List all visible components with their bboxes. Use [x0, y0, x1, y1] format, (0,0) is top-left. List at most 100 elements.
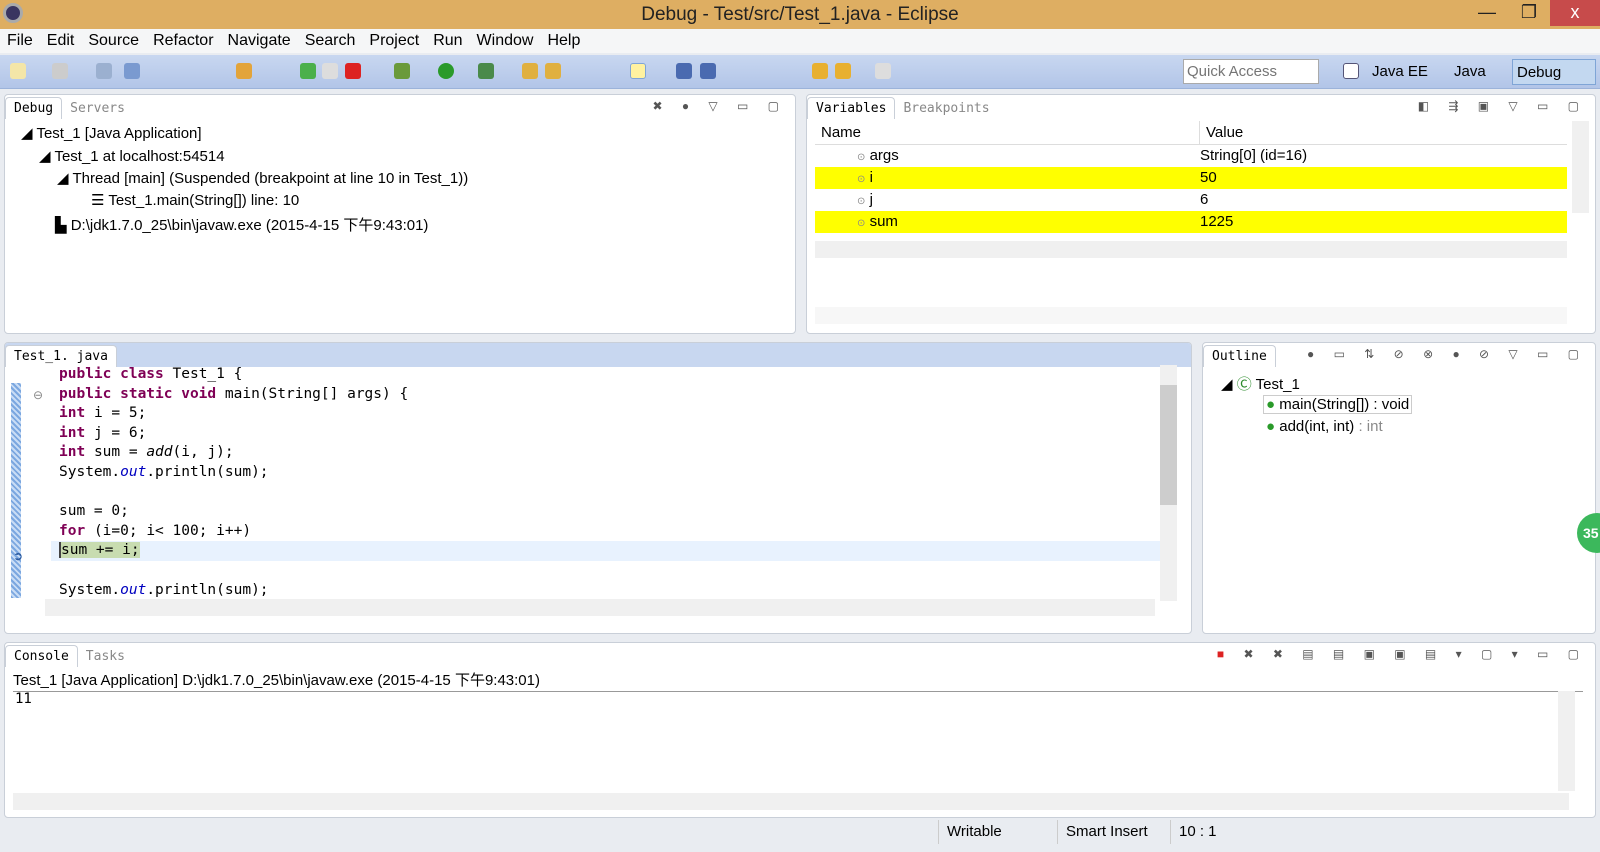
perspective-debug[interactable]: Debug [1512, 59, 1596, 85]
console-output[interactable]: 11 [15, 691, 32, 707]
variables-h-scrollbar[interactable] [815, 241, 1567, 258]
field-icon: ⊙ [857, 152, 866, 163]
console-v-scrollbar[interactable] [1558, 691, 1575, 791]
variable-row[interactable]: ⊙ sum 1225 [815, 211, 1567, 233]
menu-project[interactable]: Project [369, 29, 419, 53]
variable-name-text: args [869, 147, 899, 164]
menu-help[interactable]: Help [547, 29, 580, 53]
mark-occurrences-icon[interactable] [630, 63, 646, 79]
tree-item-launch[interactable]: ◢ Test_1 [Java Application] [21, 124, 202, 142]
code-line: sum += i; [51, 541, 1161, 561]
block-selection-icon[interactable] [676, 63, 692, 79]
variable-row[interactable]: ⊙ i 50 [815, 167, 1567, 189]
variable-value: 6 [1200, 191, 1209, 208]
code-token: sum += i; [59, 542, 140, 559]
outline-method-add[interactable]: ● add(int, int) : int [1266, 418, 1383, 435]
code-line: int i = 5; [51, 404, 1161, 424]
public-method-icon: ● [1266, 396, 1276, 413]
tab-variables[interactable]: Variables [807, 97, 896, 119]
debug-view: Debug Servers ✖ ● ▽ ▭ ▢ ◢ Test_1 [Java A… [4, 94, 796, 334]
detail-h-scrollbar[interactable] [815, 307, 1567, 324]
tree-item-stack-frame[interactable]: ☰ Test_1.main(String[]) line: 10 [91, 191, 299, 209]
previous-edit-icon[interactable] [835, 63, 851, 79]
tree-item-process[interactable]: ▙ D:\jdk1.7.0_25\bin\javaw.exe (2015-4-1… [55, 214, 428, 235]
editor-h-scrollbar[interactable] [45, 599, 1155, 616]
menu-run[interactable]: Run [433, 29, 462, 53]
code-token: public class [59, 366, 164, 382]
code-line: sum = 0; [51, 502, 1161, 522]
field-icon: ⊙ [857, 196, 866, 207]
tree-item-vm[interactable]: ◢ Test_1 at localhost:54514 [39, 147, 225, 165]
code-line: System.out.println(sum); [51, 581, 1161, 601]
new-icon[interactable] [10, 63, 26, 79]
tab-outline[interactable]: Outline [1203, 345, 1276, 367]
menu-edit[interactable]: Edit [47, 29, 75, 53]
floating-badge[interactable]: 35 [1577, 513, 1600, 553]
code-token: int [59, 405, 86, 422]
tab-tasks[interactable]: Tasks [78, 646, 133, 667]
variable-value: 50 [1200, 169, 1217, 186]
step-over-icon[interactable] [236, 63, 252, 79]
column-name[interactable]: Name [815, 121, 1200, 144]
external-tools-icon[interactable] [478, 63, 494, 79]
open-type-icon[interactable] [522, 63, 538, 79]
console-toolbar-icons[interactable]: ■ ✖ ✖ ▤ ▤ ▣ ▣ ▤ ▾ ▢ ▾ ▭ ▢ [1217, 647, 1587, 661]
menu-file[interactable]: File [7, 29, 33, 53]
outline-toolbar-icons[interactable]: ● ▭ ⇅ ⊘ ⊗ ● ⊘ ▽ ▭ ▢ [1307, 347, 1587, 361]
console-h-scrollbar[interactable] [13, 793, 1569, 810]
console-view: Console Tasks ■ ✖ ✖ ▤ ▤ ▣ ▣ ▤ ▾ ▢ ▾ ▭ ▢ … [4, 642, 1596, 818]
variable-value: String[0] (id=16) [1200, 147, 1308, 164]
variable-row[interactable]: ⊙ j6 [815, 189, 1567, 211]
variable-name-text: sum [869, 213, 898, 230]
menu-navigate[interactable]: Navigate [228, 29, 291, 53]
minimize-button[interactable]: — [1466, 0, 1508, 26]
skip-breakpoints-icon[interactable] [124, 63, 140, 79]
variable-name-text: i [869, 169, 873, 186]
variable-row[interactable]: ⊙ args String[0] (id=16) [815, 145, 1567, 167]
terminate-icon[interactable] [345, 63, 361, 79]
show-whitespace-icon[interactable] [700, 63, 716, 79]
tab-debug[interactable]: Debug [5, 97, 63, 119]
quick-access-input[interactable] [1183, 59, 1319, 84]
forward-icon[interactable] [875, 63, 891, 79]
open-folder-icon[interactable] [545, 63, 561, 79]
collapse-icon[interactable]: ⊖ [33, 388, 43, 402]
back-icon[interactable] [812, 63, 828, 79]
tab-console[interactable]: Console [5, 645, 78, 667]
close-button[interactable]: x [1550, 0, 1600, 26]
variables-scrollbar[interactable] [1572, 121, 1589, 213]
view-menu-icons[interactable]: ✖ ● ▽ ▭ ▢ [652, 99, 787, 113]
tab-breakpoints[interactable]: Breakpoints [895, 98, 997, 119]
code-editor[interactable]: public class Test_1 {public static void … [51, 365, 1161, 600]
tree-label: Test_1 at localhost:54514 [54, 148, 225, 165]
editor-v-scrollbar[interactable] [1160, 365, 1177, 601]
menu-window[interactable]: Window [477, 29, 534, 53]
open-perspective-icon[interactable] [1343, 63, 1359, 79]
variable-name: ⊙ i [815, 167, 1200, 189]
maximize-button[interactable]: ❐ [1508, 0, 1550, 26]
suspend-icon[interactable] [322, 63, 338, 79]
perspective-java[interactable]: Java [1450, 59, 1490, 85]
resume-icon[interactable] [300, 63, 316, 79]
menu-source[interactable]: Source [88, 29, 139, 53]
tree-label: main(String[]) : void [1279, 396, 1410, 413]
overview-ruler [11, 383, 21, 598]
tab-test-1-java[interactable]: Test_1. java [5, 345, 117, 367]
column-value[interactable]: Value [1200, 121, 1243, 144]
tab-servers[interactable]: Servers [62, 98, 133, 119]
outline-method-main[interactable]: ● main(String[]) : void [1263, 395, 1413, 414]
outline-class[interactable]: ◢ Ⓒ Test_1 [1221, 373, 1300, 394]
tree-label: Thread [main] (Suspended (breakpoint at … [72, 170, 469, 187]
menu-search[interactable]: Search [305, 29, 356, 53]
class-icon: Ⓒ [1236, 376, 1252, 393]
run-icon[interactable] [438, 63, 454, 79]
debug-icon[interactable] [394, 63, 410, 79]
view-menu-icons[interactable]: ◧ ⇶ ▣ ▽ ▭ ▢ [1418, 99, 1587, 113]
print-icon[interactable] [96, 63, 112, 79]
menu-refactor[interactable]: Refactor [153, 29, 213, 53]
perspective-java-ee[interactable]: Java EE [1368, 59, 1432, 85]
tree-label: Test_1 [Java Application] [36, 125, 202, 142]
tree-item-thread[interactable]: ◢ Thread [main] (Suspended (breakpoint a… [57, 169, 468, 187]
status-insert-mode: Smart Insert [1057, 820, 1148, 844]
save-icon[interactable] [52, 63, 68, 79]
